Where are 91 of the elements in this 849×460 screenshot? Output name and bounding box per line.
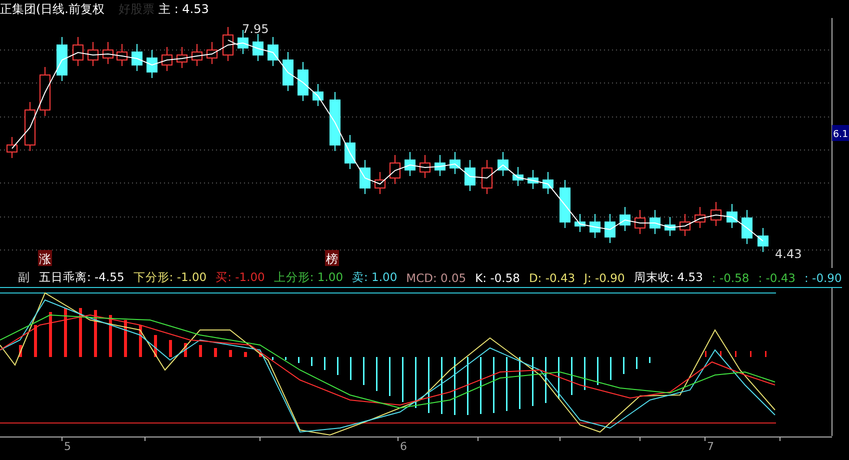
candlestick	[650, 210, 660, 234]
candlestick	[420, 154, 430, 178]
price-axis-tag: 6.1	[832, 125, 849, 141]
candlestick	[312, 84, 324, 106]
candlestick	[434, 154, 446, 176]
chart-title: 正集团(日线.前复权	[0, 0, 104, 18]
candlestick	[374, 172, 386, 194]
candlestick	[758, 228, 768, 252]
candlestick	[252, 34, 264, 62]
histogram-bar	[169, 340, 172, 357]
histogram-bar	[139, 325, 142, 357]
indicator-reading: : -0.58	[712, 270, 750, 284]
candlestick	[72, 36, 84, 66]
month-label: 6	[400, 440, 407, 453]
candlestick	[528, 170, 538, 190]
histogram-bar	[64, 308, 67, 357]
histogram-bar	[259, 353, 262, 357]
candlestick	[88, 42, 98, 66]
candlestick	[176, 46, 188, 68]
candlestick	[116, 44, 128, 66]
indicator-reading: 上分形: 1.00	[274, 270, 344, 285]
candlestick	[498, 152, 508, 176]
indicator-reading: MCD: 0.05	[406, 270, 466, 284]
candlestick	[482, 160, 492, 194]
candlestick	[344, 134, 356, 170]
candlestick	[390, 154, 400, 184]
candlestick	[222, 26, 234, 62]
histogram-bar	[154, 335, 157, 357]
histogram-bar	[124, 320, 127, 357]
indicator-reading: 下分形: -1.00	[133, 270, 207, 285]
main-reading: 主 : 4.53	[158, 0, 209, 18]
histogram-bar	[229, 350, 232, 357]
candlestick	[604, 214, 616, 244]
indicator-reading: 卖: 1.00	[352, 270, 398, 285]
histogram-bar	[79, 308, 82, 357]
candlestick	[146, 50, 158, 78]
candlestick	[710, 202, 722, 226]
candlestick	[512, 166, 524, 186]
candlestick	[742, 210, 752, 244]
candlestick	[40, 66, 50, 116]
candlestick	[620, 206, 630, 232]
candlestick	[694, 206, 706, 228]
indicator-reading: J: -0.90	[584, 270, 625, 284]
candlestick	[634, 210, 646, 234]
histogram-bar	[34, 325, 37, 357]
panel-label: 副	[18, 270, 30, 285]
high-price-label: 7.95	[242, 22, 269, 36]
histogram-bar	[94, 310, 97, 357]
candlestick	[162, 46, 172, 72]
candlestick	[464, 160, 476, 192]
candlestick	[6, 136, 18, 158]
histogram-bar	[19, 345, 22, 357]
candlestick	[560, 180, 570, 228]
histogram-bar	[109, 315, 112, 357]
candlestick	[726, 204, 738, 228]
candlestick	[268, 36, 278, 66]
candlestick	[192, 44, 202, 66]
indicator-reading: 五日乖离: -4.55	[39, 270, 124, 285]
histogram-bar	[199, 345, 202, 357]
low-price-label: 4.43	[775, 247, 802, 261]
candlestick	[24, 102, 36, 152]
candlestick	[360, 160, 370, 194]
histogram-bar	[244, 352, 247, 357]
indicator-reading: K: -0.58	[475, 270, 520, 284]
candlestick	[330, 92, 340, 152]
candlestick	[206, 42, 218, 64]
indicator-reading: 周末收: 4.53	[634, 270, 703, 285]
event-tag: 榜	[325, 250, 339, 266]
month-label: 5	[64, 440, 71, 453]
histogram-bar	[49, 312, 52, 357]
indicator-reading: : -0.43	[758, 270, 796, 284]
candlestick	[590, 214, 600, 238]
indicator-reading: 买: -1.00	[216, 270, 265, 285]
candlestick	[680, 214, 690, 236]
candlestick	[102, 42, 114, 64]
indicator-reading: D: -0.43	[528, 270, 576, 284]
candlestick	[282, 52, 294, 92]
event-tag: 涨	[38, 250, 52, 266]
candlestick	[298, 62, 308, 102]
leader-line	[228, 40, 238, 46]
candlestick	[404, 152, 416, 176]
histogram-bar	[214, 348, 217, 357]
indicator-reading: : -0.90	[804, 270, 842, 284]
candlestick	[450, 152, 460, 174]
candlestick	[664, 216, 676, 236]
candlestick	[132, 44, 142, 72]
month-label: 7	[707, 440, 714, 453]
histogram-bar	[184, 343, 187, 357]
candlestick	[542, 172, 554, 194]
candlestick	[56, 36, 68, 82]
candlestick	[574, 214, 586, 232]
